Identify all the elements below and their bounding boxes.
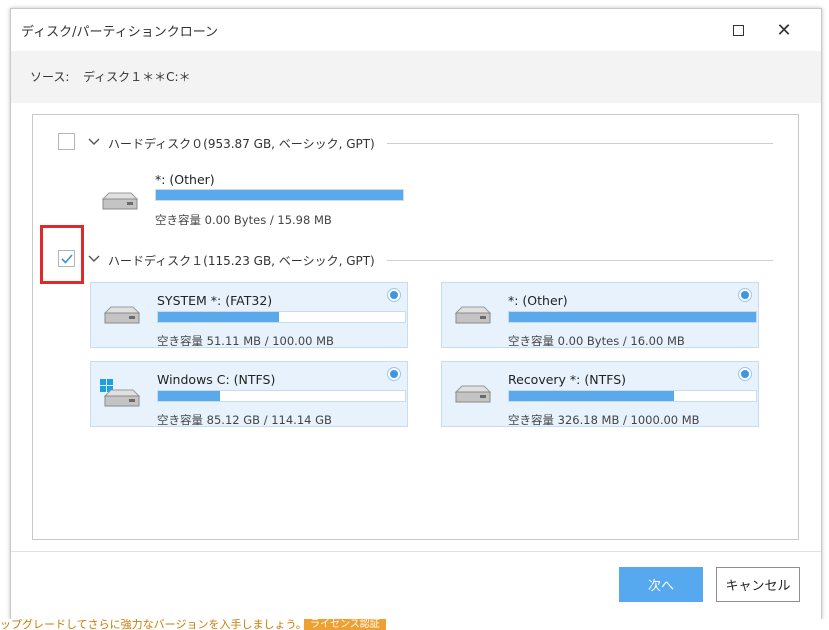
divider — [387, 260, 773, 261]
maximize-button[interactable] — [723, 17, 753, 43]
source-label: ソース: — [30, 70, 70, 84]
source-bar: ソース: ディスク１＊＊C:＊ — [11, 51, 821, 103]
close-icon: ✕ — [776, 19, 792, 41]
radio-selected-icon[interactable] — [387, 367, 401, 381]
partition-card-recovery[interactable]: Recovery *: (NTFS) 空き容量 326.18 MB / 1000… — [441, 361, 759, 427]
disk-list-panel: ハードディスク０(953.87 GB, ベーシック, GPT) *: (Othe… — [32, 114, 799, 540]
partition-space: 空き容量 326.18 MB / 1000.00 MB — [508, 413, 700, 427]
close-button[interactable]: ✕ — [769, 17, 799, 43]
usage-bar-fill — [156, 190, 403, 200]
license-button[interactable]: ライセンス認証 — [304, 619, 386, 630]
usage-bar — [508, 390, 757, 402]
disk-1-header: ハードディスク１(115.23 GB, ベーシック, GPT) — [108, 254, 375, 268]
upgrade-banner: ップグレードしてさらに強力なバージョンを入手しましょう。 ライセンス認証 — [0, 619, 829, 630]
partition-card-windows[interactable]: Windows C: (NTFS) 空き容量 85.12 GB / 114.14… — [90, 361, 408, 427]
partition-name: Windows C: (NTFS) — [157, 372, 276, 387]
usage-bar — [157, 311, 406, 323]
usage-bar — [508, 311, 757, 323]
divider — [387, 143, 773, 144]
upgrade-banner-text: ップグレードしてさらに強力なバージョンを入手しましょう。 — [0, 619, 307, 630]
usage-bar-fill — [158, 391, 220, 401]
partition-name: *: (Other) — [155, 172, 215, 187]
usage-bar-fill — [158, 312, 280, 322]
partition-name: *: (Other) — [508, 293, 568, 308]
window-title: ディスク/パーティションクローン — [21, 25, 219, 40]
partition-card[interactable]: *: (Other) 空き容量 0.00 Bytes / 15.98 MB — [99, 169, 419, 235]
hard-drive-icon — [103, 306, 141, 324]
disk-0-checkbox[interactable] — [58, 133, 75, 150]
highlight-box — [40, 225, 84, 284]
title-bar: ディスク/パーティションクローン ✕ — [11, 9, 821, 51]
hard-drive-icon — [103, 389, 141, 407]
radio-selected-icon[interactable] — [387, 288, 401, 302]
chevron-down-icon[interactable] — [88, 138, 100, 146]
usage-bar-fill — [509, 312, 756, 322]
radio-selected-icon[interactable] — [738, 288, 752, 302]
maximize-icon — [732, 24, 744, 36]
cancel-button[interactable]: キャンセル — [716, 567, 800, 602]
hard-drive-icon — [454, 385, 492, 403]
partition-space: 空き容量 51.11 MB / 100.00 MB — [157, 334, 334, 348]
radio-selected-icon[interactable] — [738, 367, 752, 381]
partition-space: 空き容量 0.00 Bytes / 15.98 MB — [155, 213, 332, 227]
partition-space: 空き容量 0.00 Bytes / 16.00 MB — [508, 334, 685, 348]
hard-drive-icon — [454, 306, 492, 324]
next-button[interactable]: 次へ — [619, 567, 703, 602]
partition-name: SYSTEM *: (FAT32) — [157, 293, 273, 308]
partition-card-other[interactable]: *: (Other) 空き容量 0.00 Bytes / 16.00 MB — [441, 282, 759, 348]
usage-bar — [157, 390, 406, 402]
disk-0-header: ハードディスク０(953.87 GB, ベーシック, GPT) — [108, 137, 375, 151]
partition-name: Recovery *: (NTFS) — [508, 372, 627, 387]
usage-bar-fill — [509, 391, 675, 401]
partition-card-system[interactable]: SYSTEM *: (FAT32) 空き容量 51.11 MB / 100.00… — [90, 282, 408, 348]
chevron-down-icon[interactable] — [88, 255, 100, 263]
usage-bar — [155, 189, 404, 201]
partition-space: 空き容量 85.12 GB / 114.14 GB — [157, 413, 332, 427]
footer-divider — [11, 551, 821, 552]
hard-drive-icon — [101, 192, 139, 210]
source-value: ディスク１＊＊C:＊ — [83, 70, 191, 84]
clone-dialog: ディスク/パーティションクローン ✕ ソース: ディスク１＊＊C:＊ ハードディ… — [10, 8, 822, 620]
